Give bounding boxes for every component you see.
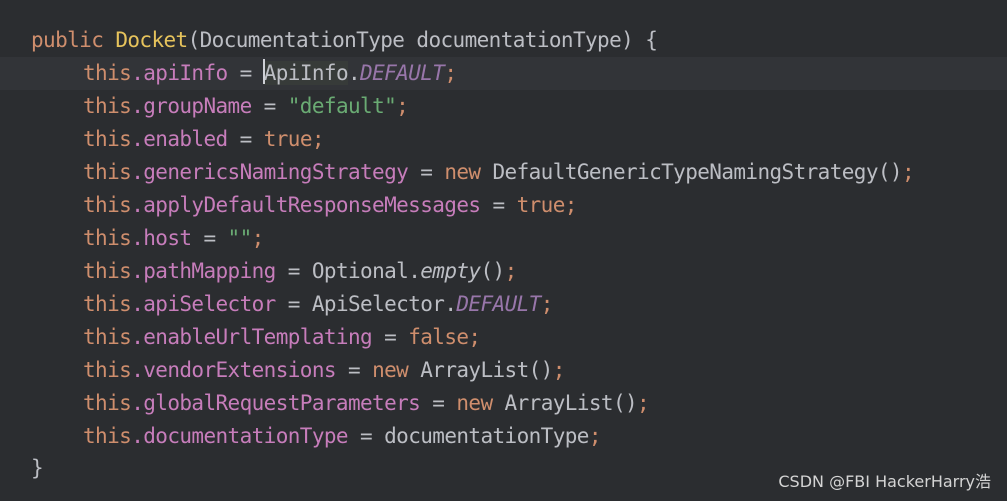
closing-brace: } bbox=[31, 456, 44, 480]
assign-op: = bbox=[408, 160, 445, 184]
boolean-literal: false bbox=[408, 325, 469, 349]
semicolon: ; bbox=[251, 226, 265, 250]
assign-op: = bbox=[227, 127, 264, 151]
dot: . bbox=[348, 61, 361, 85]
code-line-3: this.groupName = "default"; bbox=[0, 90, 1007, 123]
keyword-new: new bbox=[444, 160, 481, 184]
keyword-this: this bbox=[83, 61, 132, 85]
class-name: Optional. bbox=[311, 259, 421, 283]
assign-op: = bbox=[251, 94, 288, 118]
field-name: .globalRequestParameters bbox=[131, 391, 421, 415]
keyword-this: this bbox=[83, 226, 132, 250]
parens: () bbox=[480, 259, 505, 283]
text-cursor[interactable]: A bbox=[264, 61, 277, 85]
assign-op: = bbox=[372, 325, 409, 349]
code-line-5: this.genericsNamingStrategy = new Defaul… bbox=[0, 156, 1007, 189]
constructor-call: ArrayList() bbox=[408, 358, 553, 382]
assign-op: = bbox=[227, 61, 264, 85]
semicolon: ; bbox=[468, 325, 481, 349]
field-name: .documentationType bbox=[131, 424, 348, 448]
watermark: CSDN @FBI HackerHarry浩 bbox=[778, 472, 991, 491]
method-name: Docket bbox=[115, 28, 188, 52]
semicolon: ; bbox=[396, 94, 409, 118]
boolean-literal: true bbox=[263, 127, 313, 151]
keyword-this: this bbox=[83, 424, 132, 448]
keyword-this: this bbox=[83, 391, 132, 415]
semicolon: ; bbox=[564, 193, 578, 217]
code-line-2: this.apiInfo = ApiInfo.DEFAULT; bbox=[0, 57, 1007, 90]
field-name: .pathMapping bbox=[131, 259, 276, 283]
string-literal: "default" bbox=[287, 94, 397, 118]
assign-op: = bbox=[275, 259, 312, 283]
code-line-8: this.pathMapping = Optional.empty(); bbox=[0, 255, 1007, 288]
keyword-this: this bbox=[83, 160, 132, 184]
field-name: .applyDefaultResponseMessages bbox=[131, 193, 481, 217]
code-line-6: this.applyDefaultResponseMessages = true… bbox=[0, 189, 1007, 222]
semicolon: ; bbox=[504, 259, 518, 283]
keyword-this: this bbox=[83, 292, 132, 316]
boolean-literal: true bbox=[516, 193, 566, 217]
field-name: .enableUrlTemplating bbox=[131, 325, 373, 349]
keyword-this: this bbox=[83, 193, 132, 217]
field-name: .groupName bbox=[131, 94, 252, 118]
semicolon: ; bbox=[552, 358, 566, 382]
semicolon: ; bbox=[444, 61, 457, 85]
code-line-9: this.apiSelector = ApiSelector.DEFAULT; bbox=[0, 288, 1007, 321]
field-name: .vendorExtensions bbox=[131, 358, 336, 382]
semicolon: ; bbox=[637, 391, 650, 415]
code-line-12: this.globalRequestParameters = new Array… bbox=[0, 387, 1007, 420]
field-name: .host bbox=[131, 226, 192, 250]
keyword-this: this bbox=[83, 127, 132, 151]
class-name: ApiSelector. bbox=[311, 292, 457, 316]
keyword-this: this bbox=[83, 358, 132, 382]
variable-name: documentationType bbox=[384, 424, 589, 448]
field-name: .apiSelector bbox=[131, 292, 276, 316]
semicolon: ; bbox=[901, 160, 915, 184]
keyword-public: public bbox=[31, 28, 104, 52]
keyword-this: this bbox=[83, 325, 132, 349]
assign-op: = bbox=[275, 292, 312, 316]
field-name: .apiInfo bbox=[131, 61, 228, 85]
semicolon: ; bbox=[540, 292, 554, 316]
code-line-7: this.host = ""; bbox=[0, 222, 1007, 255]
method-params: (DocumentationType documentationType) { bbox=[187, 28, 658, 52]
field-name: .genericsNamingStrategy bbox=[131, 160, 409, 184]
code-line-10: this.enableUrlTemplating = false; bbox=[0, 321, 1007, 354]
keyword-this: this bbox=[83, 94, 132, 118]
keyword-new: new bbox=[456, 391, 493, 415]
assign-op: = bbox=[191, 226, 228, 250]
code-line-13: this.documentationType = documentationTy… bbox=[0, 420, 1007, 453]
assign-op: = bbox=[347, 424, 385, 448]
constructor-call: DefaultGenericTypeNamingStrategy() bbox=[480, 160, 903, 184]
field-name: .enabled bbox=[131, 127, 228, 151]
constructor-call: ArrayList() bbox=[492, 391, 638, 415]
assign-op: = bbox=[420, 391, 457, 415]
class-name: piInfo bbox=[275, 61, 349, 85]
keyword-this: this bbox=[83, 259, 132, 283]
keyword-new: new bbox=[372, 358, 409, 382]
code-line-4: this.enabled = true; bbox=[0, 123, 1007, 156]
static-constant: DEFAULT bbox=[456, 292, 541, 316]
string-literal: "" bbox=[227, 226, 253, 250]
assign-op: = bbox=[335, 358, 373, 382]
semicolon: ; bbox=[311, 127, 325, 151]
code-line-1: public Docket(DocumentationType document… bbox=[0, 24, 1007, 57]
semicolon: ; bbox=[588, 424, 602, 448]
assign-op: = bbox=[480, 193, 517, 217]
static-method: empty bbox=[420, 259, 481, 283]
code-editor[interactable]: public Docket(DocumentationType document… bbox=[0, 0, 1007, 501]
static-constant: DEFAULT bbox=[360, 61, 445, 85]
code-line-11: this.vendorExtensions = new ArrayList(); bbox=[0, 354, 1007, 387]
